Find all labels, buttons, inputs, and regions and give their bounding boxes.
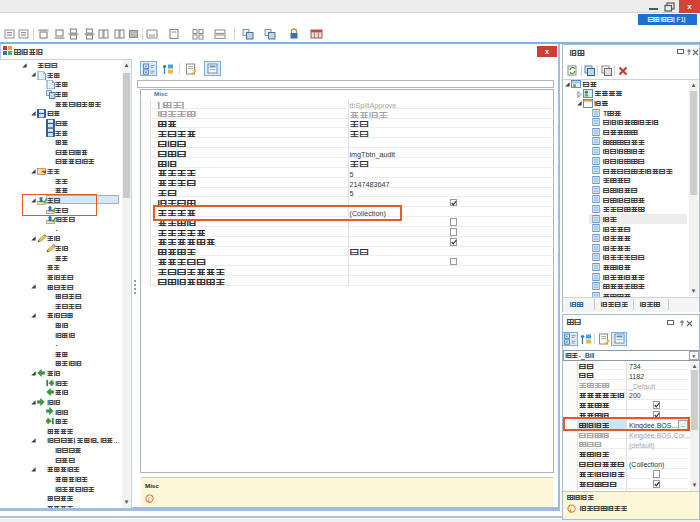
- svg-text:i: i: [148, 495, 150, 501]
- svg-text:i: i: [570, 506, 572, 512]
